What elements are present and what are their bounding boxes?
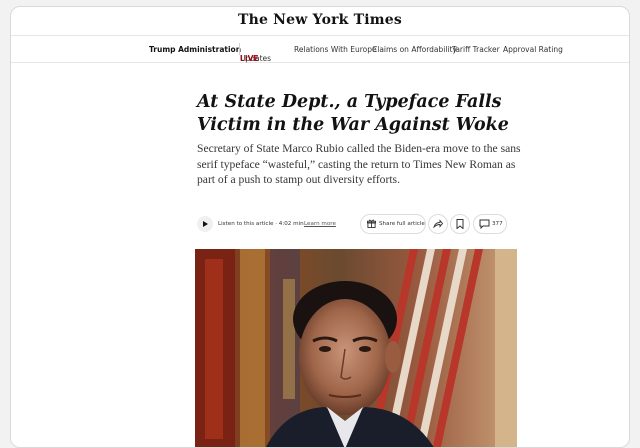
share-button[interactable]: [428, 214, 448, 234]
play-icon[interactable]: [197, 216, 213, 232]
bookmark-icon: [456, 219, 464, 229]
browser-frame: The New York Times Trump Administration …: [10, 6, 630, 448]
article-toolbar: Listen to this article · 4:02 min Learn …: [197, 211, 517, 237]
comment-count: 377: [492, 221, 503, 227]
article-summary: Secretary of State Marco Rubio called th…: [197, 142, 521, 186]
gift-icon: [367, 219, 376, 228]
rubio-portrait-image: [195, 249, 517, 447]
nav-item-affordability[interactable]: Claims on Affordability: [372, 45, 457, 54]
article-headline: At State Dept., a Typeface Falls Victim …: [197, 92, 509, 135]
nyt-logo[interactable]: The New York Times: [11, 12, 629, 28]
nav-item-label: Updates: [240, 54, 272, 63]
nav-section-trump-administration[interactable]: Trump Administration: [149, 45, 241, 54]
share-label: Share full article: [379, 221, 425, 227]
nav-item-relations-europe[interactable]: Relations With Europe: [294, 45, 377, 54]
comment-icon: [479, 219, 490, 229]
learn-more-link[interactable]: Learn more: [304, 221, 336, 227]
share-full-article-button[interactable]: Share full article: [360, 214, 426, 234]
listen-label: Listen to this article · 4:02 min: [218, 221, 304, 227]
share-arrow-icon: [433, 219, 443, 229]
top-nav: Trump Administration LIVE Updates Relati…: [11, 35, 629, 63]
nav-item-tariff-tracker[interactable]: Tariff Tracker: [452, 45, 500, 54]
comments-button[interactable]: 377: [473, 214, 507, 234]
nav-item-approval-rating[interactable]: Approval Rating: [503, 45, 563, 54]
article-photo: [195, 249, 517, 447]
save-button[interactable]: [450, 214, 470, 234]
